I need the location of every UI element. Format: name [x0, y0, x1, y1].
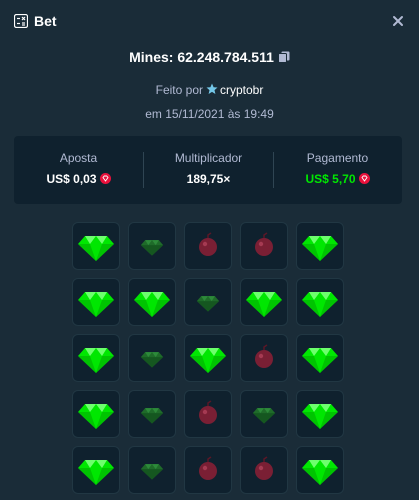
- tile-gem-revealed[interactable]: [72, 278, 120, 326]
- gem-icon: [302, 404, 338, 429]
- tile-gem-revealed[interactable]: [296, 390, 344, 438]
- ruby-coin-icon: [99, 173, 111, 184]
- tile-gem-unrevealed[interactable]: [184, 278, 232, 326]
- tile-gem-unrevealed[interactable]: [128, 390, 176, 438]
- bet-value-row: US$ 0,03: [14, 171, 143, 187]
- tile-gem-revealed[interactable]: [128, 278, 176, 326]
- gem-icon: [252, 408, 276, 424]
- stats-panel: Aposta US$ 0,03 Multiplicador 189,75× Pa…: [14, 136, 402, 204]
- tile-gem-unrevealed[interactable]: [240, 390, 288, 438]
- gem-icon: [78, 348, 114, 373]
- mine-icon: [199, 456, 217, 480]
- bet-id-text: Mines: 62.248.784.511: [129, 49, 274, 65]
- star-icon: [206, 83, 218, 94]
- tile-mine-unrevealed[interactable]: [184, 222, 232, 270]
- payout-value: US$ 5,70: [305, 172, 356, 186]
- stat-payout: Pagamento US$ 5,70: [273, 150, 402, 187]
- payout-value-row: US$ 5,70: [273, 171, 402, 187]
- tile-gem-revealed[interactable]: [240, 278, 288, 326]
- bet-value: US$ 0,03: [46, 172, 97, 186]
- copy-icon[interactable]: [277, 51, 290, 63]
- tile-gem-revealed[interactable]: [72, 334, 120, 382]
- stat-bet: Aposta US$ 0,03: [14, 150, 143, 187]
- tile-mine-unrevealed[interactable]: [184, 390, 232, 438]
- bet-slip-icon: [14, 14, 28, 28]
- tile-gem-unrevealed[interactable]: [128, 222, 176, 270]
- tile-mine-unrevealed[interactable]: [240, 446, 288, 494]
- tile-gem-revealed[interactable]: [72, 390, 120, 438]
- tile-gem-revealed[interactable]: [72, 446, 120, 494]
- stat-multiplier: Multiplicador 189,75×: [144, 150, 273, 187]
- username-link[interactable]: cryptobr: [220, 83, 263, 97]
- gem-icon: [246, 292, 282, 317]
- tile-gem-revealed[interactable]: [296, 446, 344, 494]
- mine-icon: [255, 344, 273, 368]
- gem-icon: [140, 408, 164, 424]
- close-icon[interactable]: [391, 14, 405, 28]
- gem-icon: [134, 292, 170, 317]
- gem-icon: [190, 348, 226, 373]
- tile-gem-revealed[interactable]: [184, 334, 232, 382]
- gem-icon: [140, 240, 164, 256]
- mine-icon: [199, 232, 217, 256]
- tile-gem-unrevealed[interactable]: [128, 446, 176, 494]
- tile-mine-unrevealed[interactable]: [240, 334, 288, 382]
- made-by-prefix: Feito por: [155, 83, 203, 97]
- tile-gem-revealed[interactable]: [296, 222, 344, 270]
- tile-gem-revealed[interactable]: [296, 334, 344, 382]
- gem-icon: [302, 348, 338, 373]
- gem-icon: [302, 460, 338, 485]
- gem-icon: [140, 352, 164, 368]
- gem-icon: [196, 296, 220, 312]
- bet-date: em 15/11/2021 às 19:49: [145, 107, 274, 121]
- tile-gem-unrevealed[interactable]: [128, 334, 176, 382]
- tile-gem-revealed[interactable]: [296, 278, 344, 326]
- modal-header: Bet: [0, 0, 419, 44]
- tile-mine-unrevealed[interactable]: [184, 446, 232, 494]
- multiplier-value: 189,75×: [186, 172, 231, 186]
- gem-icon: [78, 236, 114, 261]
- bet-label: Aposta: [59, 151, 98, 165]
- bet-id-line: Mines: 62.248.784.511: [0, 48, 419, 66]
- tile-mine-unrevealed[interactable]: [240, 222, 288, 270]
- gem-icon: [78, 292, 114, 317]
- multiplier-label: Multiplicador: [174, 151, 243, 165]
- made-by-line: Feito por cryptobr: [0, 82, 419, 98]
- ruby-coin-icon: [358, 173, 370, 184]
- modal-title: Bet: [34, 13, 57, 29]
- gem-icon: [78, 460, 114, 485]
- mine-icon: [255, 456, 273, 480]
- gem-icon: [78, 404, 114, 429]
- gem-icon: [140, 464, 164, 480]
- tile-gem-revealed[interactable]: [72, 222, 120, 270]
- gem-icon: [302, 292, 338, 317]
- gem-icon: [302, 236, 338, 261]
- payout-label: Pagamento: [306, 151, 369, 165]
- mine-icon: [255, 232, 273, 256]
- mine-icon: [199, 400, 217, 424]
